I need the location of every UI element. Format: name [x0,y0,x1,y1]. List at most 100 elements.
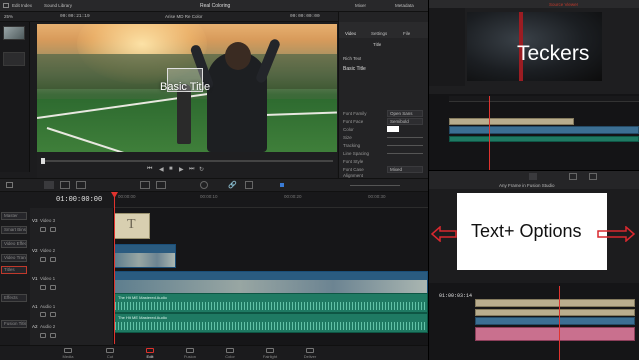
scrub-bar[interactable] [41,160,333,162]
marker-icon[interactable] [280,183,284,187]
effects-item[interactable]: Effects [1,294,27,302]
tracking-slider[interactable] [387,145,423,146]
lock-icon[interactable] [40,227,46,232]
play-icon[interactable]: ▶ [179,166,184,173]
page-tab-deliver[interactable]: Deliver [292,348,328,359]
right-top-preview: Source Viewer Teckers [428,0,639,170]
lock-icon[interactable] [40,257,46,262]
timeline-name[interactable]: Arise MD Re Color [165,14,203,19]
playhead[interactable] [114,192,115,344]
font-family-select[interactable]: Open Sans [387,110,423,117]
lock-icon[interactable] [40,285,46,290]
tool-icon[interactable] [569,173,577,180]
tab-file[interactable]: File [403,31,410,36]
preview-side-panel [429,8,465,86]
tab-video[interactable]: Video [345,31,356,36]
effects-item-selected[interactable]: Titles [1,266,27,274]
scrub-handle[interactable] [41,158,45,164]
reverse-icon[interactable]: ◀ [159,166,164,173]
fairlight-page-icon [266,348,274,353]
text-field[interactable]: Basic Title [343,66,366,72]
skip-back-icon[interactable]: ⏮ [147,166,152,173]
link-icon[interactable]: 🔗 [228,181,237,189]
eye-icon[interactable] [50,257,56,262]
skip-forward-icon[interactable]: ⏭ [189,166,194,173]
mini-audio-clip[interactable] [449,136,639,142]
tab-settings[interactable]: Settings [371,31,387,36]
preview-topbar: Source Viewer [429,0,639,8]
tool-icon[interactable] [529,173,537,180]
inspector-section-title: Title [373,42,382,47]
fusion-title-clip[interactable] [475,309,635,316]
audio-clip[interactable]: The Hit ME Mastered Audio [114,313,428,333]
fusion-pink-clip[interactable] [475,327,635,341]
viewer-title-overlay[interactable]: Basic Title [160,81,210,93]
color-swatch[interactable] [387,126,399,132]
select-tool-icon[interactable] [44,181,54,189]
stop-icon[interactable]: ■ [169,166,173,172]
page-tab-fusion[interactable]: Fusion [172,348,208,359]
overwrite-clip-icon[interactable] [156,181,166,189]
media-thumbnail[interactable] [3,26,25,40]
tool-icon[interactable] [589,173,597,180]
mute-icon[interactable] [40,333,46,338]
effects-item[interactable]: Smart Bins [1,226,27,234]
mini-title-clip[interactable] [449,118,574,125]
mini-video-clip[interactable] [449,126,639,134]
font-face-row: Font Face Semibold [341,118,427,126]
track-name[interactable]: Audio 1 [40,304,55,309]
solo-icon[interactable] [50,333,56,338]
eye-icon[interactable] [50,227,56,232]
page-tab-color[interactable]: Color [212,348,248,359]
program-viewer[interactable]: Basic Title [37,24,337,152]
effects-item[interactable]: Fusion Titles [1,320,27,328]
menu-item-edit-index[interactable]: Edit Index [12,3,32,8]
menu-item-mixer[interactable]: Mixer [355,3,366,8]
size-row: Size [341,134,427,142]
track-name[interactable]: Video 1 [40,276,55,281]
font-family-row: Font Family Open Sans [341,110,427,118]
page-tab-fairlight[interactable]: Fairlight [252,348,288,359]
fusion-title-clip[interactable] [475,299,635,307]
line-spacing-slider[interactable] [387,153,423,154]
teckers-viewer[interactable]: Teckers [467,12,602,81]
media-pool-icon[interactable] [3,3,9,8]
mini-playhead[interactable] [489,96,490,170]
effects-item[interactable]: Video Transitions [1,254,27,262]
menu-item-sound-library[interactable]: Sound Library [44,3,72,8]
fusion-video-clip[interactable] [475,317,635,325]
layout-icon[interactable] [6,182,13,188]
page-tab-cut[interactable]: Cut [92,348,128,359]
insert-clip-icon[interactable] [140,181,150,189]
timeline-ruler[interactable]: 00:00:00 00:00:10 00:00:20 00:00:30 [114,192,428,208]
solo-icon[interactable] [50,312,56,317]
font-style-row: Font Style [343,159,364,164]
video-clip[interactable] [114,244,176,268]
mute-icon[interactable] [40,312,46,317]
bin-thumbnail[interactable] [3,52,25,66]
transport-controls: ⏮ ◀ ■ ▶ ⏭ ↻ [37,152,337,178]
track-name[interactable]: Video 2 [40,248,55,253]
size-slider[interactable] [387,137,423,138]
zoom-slider[interactable] [350,185,400,186]
trim-tool-icon[interactable] [60,181,70,189]
font-face-select[interactable]: Semibold [387,118,423,125]
menu-item-metadata[interactable]: Metadata [395,3,414,8]
video-clip[interactable] [114,271,428,295]
tracking-row: Tracking [341,142,427,150]
arrow-left-icon [431,226,457,242]
track-name[interactable]: Video 3 [40,218,55,223]
effects-item[interactable]: Master [1,212,27,220]
page-tab-media[interactable]: Media [50,348,86,359]
effects-item[interactable]: Video Effects [1,240,27,248]
blade-tool-icon[interactable] [76,181,86,189]
title-clip[interactable]: T [114,213,150,239]
track-name[interactable]: Audio 2 [40,324,55,329]
page-tab-edit[interactable]: Edit [132,348,168,359]
snapping-icon[interactable] [200,181,208,189]
fusion-playhead[interactable] [559,286,560,360]
loop-icon[interactable]: ↻ [199,166,204,173]
eye-icon[interactable] [50,285,56,290]
audio-clip[interactable]: The Hit ME Mastered Audio [114,293,428,313]
flag-icon[interactable] [245,181,253,189]
